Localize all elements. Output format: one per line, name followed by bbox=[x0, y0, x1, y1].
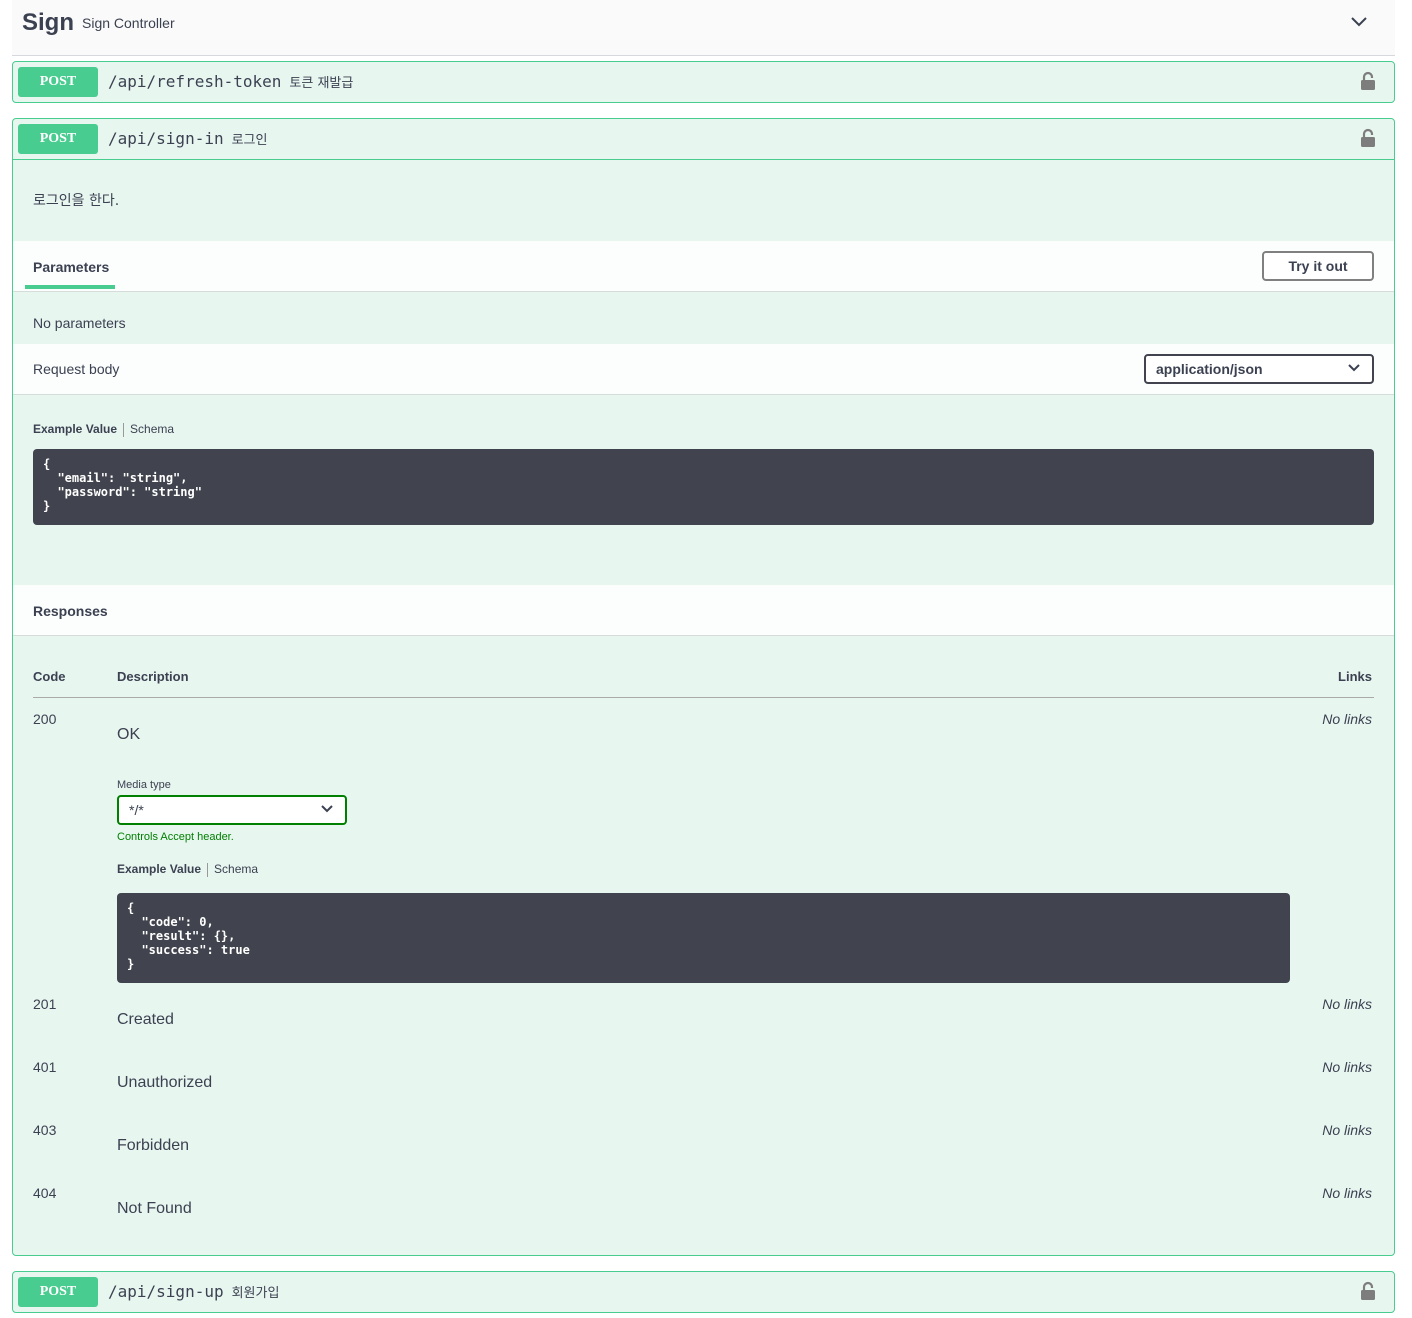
col-links: Links bbox=[1338, 669, 1372, 684]
responses-table-header: Code Description Links bbox=[33, 668, 1374, 698]
chevron-down-icon bbox=[1348, 364, 1360, 372]
tab-underline bbox=[25, 285, 115, 289]
response-code: 403 bbox=[33, 1122, 57, 1138]
response-description: Not Found bbox=[117, 1200, 192, 1217]
opblock-summary[interactable]: POST /api/refresh-token 토큰 재발급 bbox=[13, 62, 1394, 102]
responses-header: Responses bbox=[13, 585, 1394, 636]
response-code: 201 bbox=[33, 996, 57, 1012]
tab-schema[interactable]: Schema bbox=[130, 422, 174, 436]
opblock-body: 로그인을 한다. Parameters Try it out No parame… bbox=[13, 159, 1394, 1255]
response-links: No links bbox=[1322, 1059, 1372, 1075]
media-type-label: Media type bbox=[117, 779, 171, 791]
operation-summary: 토큰 재발급 bbox=[289, 76, 354, 91]
lock-icon[interactable] bbox=[1360, 1281, 1376, 1301]
opblock-summary[interactable]: POST /api/sign-in 로그인 bbox=[13, 119, 1394, 159]
response-links: No links bbox=[1322, 996, 1372, 1012]
opblock-sign-in: POST /api/sign-in 로그인 로그인을 한다. Parameters… bbox=[12, 118, 1395, 1256]
media-type-value: */* bbox=[129, 802, 144, 818]
opblock-summary[interactable]: POST /api/sign-up 회원가입 bbox=[13, 1272, 1394, 1312]
operation-description: 로그인을 한다. bbox=[33, 193, 120, 209]
tab-example-value[interactable]: Example Value bbox=[117, 862, 201, 876]
response-example-tabs: Example Value Schema bbox=[117, 862, 258, 877]
method-badge: POST bbox=[18, 1277, 98, 1307]
response-links: No links bbox=[1322, 711, 1372, 727]
response-description: Forbidden bbox=[117, 1137, 190, 1154]
content-type-select[interactable]: application/json bbox=[1144, 354, 1374, 384]
media-type-select[interactable]: */* bbox=[117, 795, 347, 825]
operation-path: /api/refresh-token 토큰 재발급 bbox=[108, 72, 354, 91]
response-links: No links bbox=[1322, 1122, 1372, 1138]
operation-path: /api/sign-in 로그인 bbox=[108, 129, 268, 148]
col-description: Description bbox=[117, 669, 189, 684]
col-code: Code bbox=[33, 669, 66, 684]
chevron-down-icon bbox=[321, 805, 333, 813]
lock-icon[interactable] bbox=[1360, 71, 1376, 91]
request-example-code: { "email": "string", "password": "string… bbox=[33, 449, 1374, 525]
opblock-sign-up: POST /api/sign-up 회원가입 bbox=[12, 1271, 1395, 1313]
response-description: Unauthorized bbox=[117, 1074, 213, 1091]
tab-example-value[interactable]: Example Value bbox=[33, 422, 117, 436]
response-links: No links bbox=[1322, 1185, 1372, 1201]
request-body-header: Request body application/json bbox=[13, 344, 1394, 395]
tag-header[interactable]: Sign Sign Controller bbox=[12, 0, 1395, 56]
operation-summary: 로그인 bbox=[231, 133, 268, 148]
operation-summary: 회원가입 bbox=[231, 1286, 280, 1301]
opblock-refresh-token: POST /api/refresh-token 토큰 재발급 bbox=[12, 61, 1395, 103]
operation-path: /api/sign-up 회원가입 bbox=[108, 1282, 280, 1301]
media-type-hint: Controls Accept header. bbox=[117, 831, 234, 843]
parameters-header: Parameters Try it out bbox=[13, 241, 1394, 292]
tab-schema[interactable]: Schema bbox=[214, 862, 258, 876]
request-example-tabs: Example Value Schema bbox=[33, 422, 174, 437]
no-parameters-text: No parameters bbox=[33, 315, 126, 331]
request-body-label: Request body bbox=[33, 361, 120, 377]
content-type-value: application/json bbox=[1156, 361, 1263, 377]
method-badge: POST bbox=[18, 67, 98, 97]
responses-title: Responses bbox=[33, 603, 108, 619]
tab-parameters[interactable]: Parameters bbox=[33, 259, 109, 275]
response-code: 401 bbox=[33, 1059, 57, 1075]
response-description: Created bbox=[117, 1011, 174, 1028]
lock-icon[interactable] bbox=[1360, 128, 1376, 148]
response-description: OK bbox=[117, 726, 141, 743]
tag-name: Sign bbox=[22, 9, 74, 36]
try-it-out-button[interactable]: Try it out bbox=[1262, 251, 1374, 281]
tag-description: Sign Controller bbox=[82, 15, 175, 31]
response-code: 200 bbox=[33, 711, 57, 727]
chevron-down-icon[interactable] bbox=[1349, 12, 1369, 32]
method-badge: POST bbox=[18, 124, 98, 154]
response-example-code: { "code": 0, "result": {}, "success": tr… bbox=[117, 893, 1290, 983]
response-code: 404 bbox=[33, 1185, 57, 1201]
